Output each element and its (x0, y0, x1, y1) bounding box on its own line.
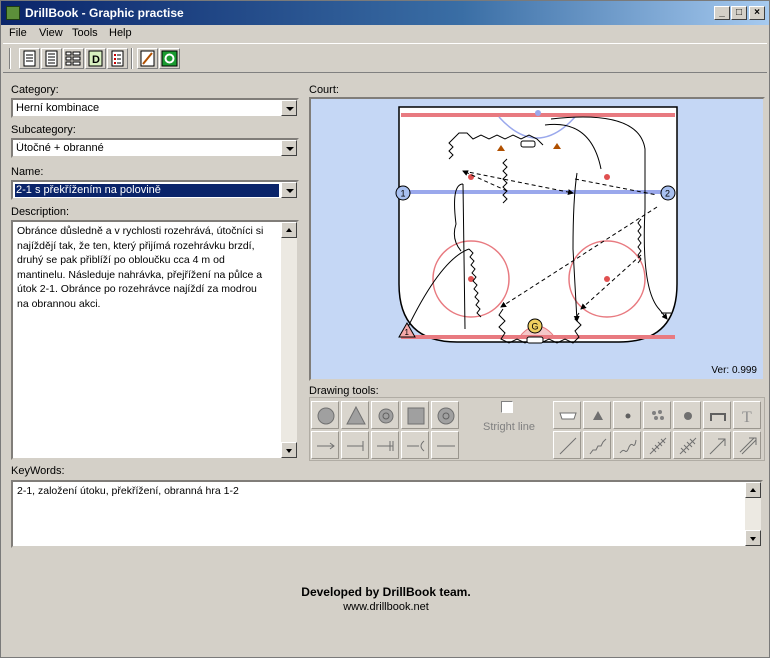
minimize-button[interactable]: _ (714, 6, 730, 20)
description-label: Description: (11, 206, 70, 218)
description-scrollbar[interactable] (281, 222, 297, 458)
title-bar: DrillBook - Graphic practise _ □ × (1, 1, 769, 25)
straight-line-label: Stright line (483, 421, 535, 433)
menu-bar: File View Tools Help (1, 25, 769, 43)
text-tool-icon[interactable]: T (733, 401, 761, 429)
cone-tool-icon[interactable] (583, 401, 611, 429)
rink-outline (398, 106, 678, 343)
chevron-down-icon[interactable] (281, 100, 297, 116)
menu-view[interactable]: View (39, 27, 63, 39)
scroll-up-icon[interactable] (745, 482, 761, 498)
court-canvas[interactable]: 2 1 1 G Ver: 0.999 (309, 97, 765, 381)
keywords-textarea[interactable]: 2-1, založení útoku, překřížení, obranná… (11, 480, 763, 548)
list-detail-icon[interactable] (19, 48, 40, 69)
ok-green-icon[interactable] (159, 48, 180, 69)
triangle-player-label: 1 (405, 328, 410, 337)
drawing-tools-label: Drawing tools: (309, 385, 379, 397)
notes-list-icon[interactable] (107, 48, 128, 69)
category-label: Category: (11, 84, 59, 96)
cross-hatched-line-tool-icon[interactable] (673, 431, 701, 459)
triangle-tool-icon[interactable] (341, 401, 369, 429)
keywords-text: 2-1, založení útoku, překřížení, obranná… (17, 485, 239, 497)
circle-tool-icon[interactable] (311, 401, 339, 429)
plain-line-tool-icon[interactable] (431, 431, 459, 459)
footer-credit: Developed by DrillBook team. (301, 585, 471, 599)
app-book-icon (6, 6, 20, 20)
faceoff-dot (468, 174, 474, 180)
app-window: DrillBook - Graphic practise _ □ × File … (0, 0, 770, 658)
toolbar-separator (9, 48, 11, 69)
faceoff-dot (604, 276, 610, 282)
c-circle-tool-icon[interactable] (371, 401, 399, 429)
g-circle-tool-icon[interactable] (431, 401, 459, 429)
straight-line-checkbox[interactable] (501, 401, 513, 413)
subcategory-value: Útočné + obranné (16, 142, 104, 154)
square-tool-icon[interactable] (401, 401, 429, 429)
stop-line-tool-icon[interactable] (341, 431, 369, 459)
menu-help[interactable]: Help (109, 27, 132, 39)
keywords-scrollbar[interactable] (745, 482, 761, 546)
list-small-icon[interactable] (63, 48, 84, 69)
svg-text:T: T (742, 409, 752, 426)
wave-line-tool-icon[interactable] (613, 431, 641, 459)
close-button[interactable]: × (749, 6, 765, 20)
scroll-up-icon[interactable] (281, 222, 297, 238)
chevron-down-icon[interactable] (281, 140, 297, 156)
court-background: 2 1 1 G Ver: 0.999 (311, 99, 763, 379)
scroll-down-icon[interactable] (745, 530, 761, 546)
version-label: Ver: 0.999 (711, 365, 757, 376)
category-value: Herní kombinace (16, 102, 100, 114)
goalie-label: G (532, 322, 539, 332)
hatched-line-tool-icon[interactable] (643, 431, 671, 459)
dot-tool-icon[interactable] (673, 401, 701, 429)
window-title: DrillBook - Graphic practise (25, 6, 184, 20)
subcategory-select[interactable]: Útočné + obranné (11, 138, 299, 158)
name-label: Name: (11, 166, 44, 178)
barrier-tool-icon[interactable] (703, 401, 731, 429)
footer-website[interactable]: www.drillbook.net (1, 601, 770, 613)
arrow-diagonal-tool-icon[interactable] (703, 431, 731, 459)
goal-net (520, 140, 536, 148)
drill-d-icon[interactable]: D (85, 48, 106, 69)
description-text: Obránce důsledně a v rychlosti rozehrává… (17, 225, 264, 310)
pucks-tool-icon[interactable] (643, 401, 671, 429)
subcategory-label: Subcategory: (11, 124, 76, 136)
category-select[interactable]: Herní kombinace (11, 98, 299, 118)
blue-line (401, 190, 675, 194)
puck-tool-icon[interactable] (613, 401, 641, 429)
description-textarea[interactable]: Obránce důsledně a v rychlosti rozehrává… (11, 220, 299, 460)
diagonal-line-tool-icon[interactable] (553, 431, 581, 459)
scroll-down-icon[interactable] (281, 442, 297, 458)
menu-file[interactable]: File (9, 27, 27, 39)
menu-tools[interactable]: Tools (72, 27, 98, 39)
double-arrow-diagonal-tool-icon[interactable] (733, 431, 761, 459)
maximize-button[interactable]: □ (731, 6, 747, 20)
name-value: 2-1 s překřížením na polovině (15, 184, 279, 197)
double-stop-line-tool-icon[interactable] (371, 431, 399, 459)
arc-line-tool-icon[interactable] (401, 431, 429, 459)
goal-net (526, 336, 544, 344)
faceoff-dot-top (535, 110, 541, 116)
faceoff-dot (604, 174, 610, 180)
pencil-icon[interactable] (137, 48, 158, 69)
name-select[interactable]: 2-1 s překřížením na polovině (11, 180, 299, 200)
toolbar: D (3, 43, 767, 73)
chevron-down-icon[interactable] (281, 182, 297, 198)
net-tool-icon[interactable] (553, 401, 581, 429)
svg-text:D: D (92, 54, 100, 66)
toolbar-separator (131, 48, 133, 69)
zigzag-line-tool-icon[interactable] (583, 431, 611, 459)
player-2-label: 2 (665, 189, 670, 199)
player-1-label: 1 (401, 189, 406, 199)
rink-drawing[interactable]: 2 1 1 G (311, 99, 763, 379)
keywords-label: KeyWords: (11, 465, 65, 477)
arrow-line-tool-icon[interactable] (311, 431, 339, 459)
list-icon[interactable] (41, 48, 62, 69)
court-label: Court: (309, 84, 339, 96)
